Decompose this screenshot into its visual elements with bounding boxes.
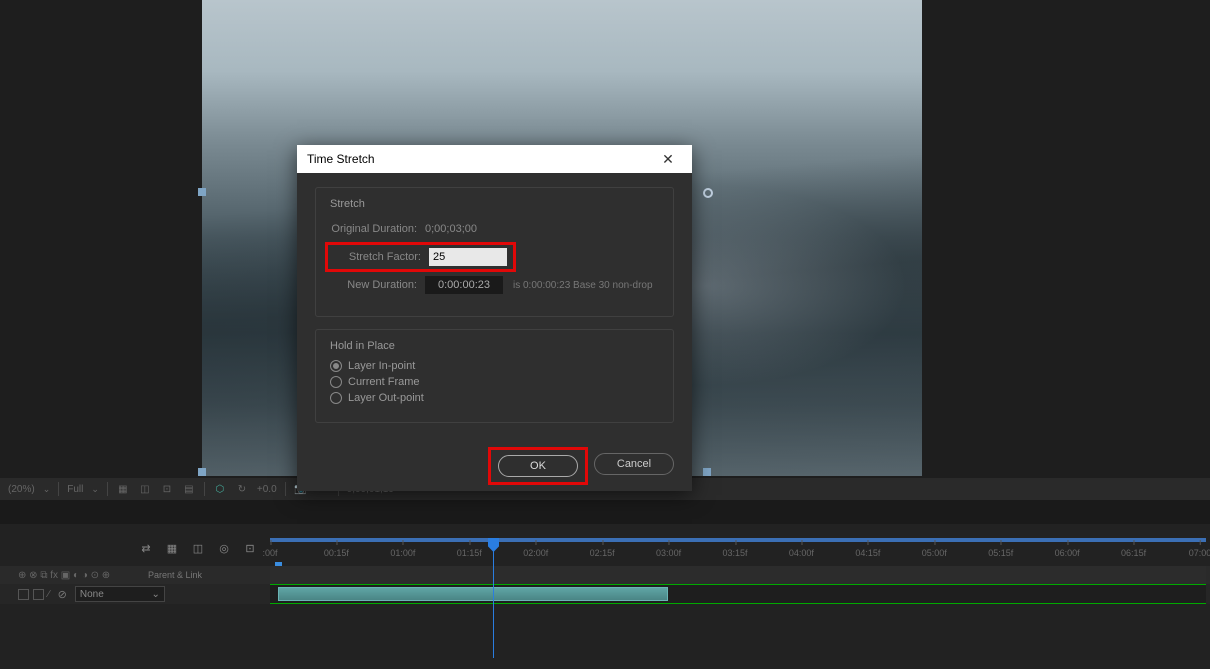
- new-duration-hint: is 0:00:00:23 Base 30 non-drop: [513, 280, 653, 291]
- shy-icon[interactable]: ⇄: [138, 540, 154, 556]
- dialog-title-text: Time Stretch: [307, 152, 375, 166]
- ruler-tick: 05:00f: [922, 548, 947, 558]
- selection-handle[interactable]: [198, 468, 206, 476]
- radio-icon: [330, 376, 342, 388]
- ruler-tick: 06:00f: [1055, 548, 1080, 558]
- stretch-group: Stretch Original Duration: 0;00;03;00 St…: [315, 187, 674, 317]
- dialog-titlebar[interactable]: Time Stretch ✕: [297, 145, 692, 173]
- parent-dropdown[interactable]: None: [75, 586, 165, 602]
- ruler-tick: 01:00f: [390, 548, 415, 558]
- work-area-bar[interactable]: [270, 538, 1206, 542]
- cancel-button[interactable]: Cancel: [594, 453, 674, 475]
- timeline-header-row: ⊕ ⊗ ⧉ fx ▣ ◐ ◑ ⊙ ⊕ Parent & Link: [0, 566, 1210, 584]
- ruler-tick: 04:00f: [789, 548, 814, 558]
- layer-switch[interactable]: [33, 589, 44, 600]
- original-duration-value: 0;00;03;00: [425, 223, 477, 235]
- layer-row[interactable]: ∕ ⊘ None: [0, 584, 1210, 604]
- selection-handle[interactable]: [703, 468, 711, 476]
- ruler-tick: 06:15f: [1121, 548, 1146, 558]
- close-icon[interactable]: ✕: [654, 145, 682, 173]
- ruler-tick: :00f: [262, 548, 277, 558]
- radio-layer-out[interactable]: Layer Out-point: [330, 392, 659, 404]
- frame-blend-icon[interactable]: ▦: [164, 540, 180, 556]
- layer-clip[interactable]: [278, 587, 668, 601]
- new-duration-input[interactable]: [425, 276, 503, 294]
- radio-current-frame[interactable]: Current Frame: [330, 376, 659, 388]
- original-duration-label: Original Duration:: [330, 223, 425, 235]
- ruler-tick: 02:15f: [590, 548, 615, 558]
- exposure-value[interactable]: +0.0: [257, 484, 277, 495]
- anchor-point-icon[interactable]: [703, 188, 713, 198]
- link-icon[interactable]: ⊘: [58, 588, 67, 601]
- channel-icon[interactable]: ▤: [182, 482, 196, 496]
- ruler-tick: 00:15f: [324, 548, 349, 558]
- stretch-factor-input[interactable]: [429, 248, 507, 266]
- ruler-tick: 02:00f: [523, 548, 548, 558]
- ok-button[interactable]: OK: [498, 455, 578, 477]
- resolution-dropdown[interactable]: Full: [67, 484, 83, 495]
- snap-icon[interactable]: ⊡: [242, 540, 258, 556]
- ruler-tick: 01:15f: [457, 548, 482, 558]
- toggle-icon[interactable]: ⊡: [160, 482, 174, 496]
- ruler-tick: 04:15f: [855, 548, 880, 558]
- stretch-group-label: Stretch: [330, 198, 659, 210]
- time-ruler[interactable]: :00f00:15f01:00f01:15f02:00f02:15f03:00f…: [270, 538, 1206, 566]
- ruler-tick: 03:00f: [656, 548, 681, 558]
- layer-fx-icon[interactable]: ∕: [48, 589, 50, 600]
- timeline-panel: ⇄ ▦ ◫ ◎ ⊡ :00f 00:15f 01:00f 01:15f 02:00f 02…: [0, 524, 1210, 669]
- motion-blur-icon[interactable]: ◫: [190, 540, 206, 556]
- grid-icon[interactable]: ▦: [116, 482, 130, 496]
- color-icon[interactable]: ⬡: [213, 482, 227, 496]
- new-duration-label: New Duration:: [330, 279, 425, 291]
- layer-track[interactable]: [270, 584, 1206, 604]
- reset-icon[interactable]: ↻: [235, 482, 249, 496]
- hold-in-place-group: Hold in Place Layer In-point Current Fra…: [315, 329, 674, 423]
- ruler-tick: 05:15f: [988, 548, 1013, 558]
- ruler-tick: 07:00: [1189, 548, 1210, 558]
- radio-icon: [330, 392, 342, 404]
- zoom-dropdown[interactable]: (20%): [8, 484, 35, 495]
- radio-layer-in[interactable]: Layer In-point: [330, 360, 659, 372]
- timeline-toolbar: ⇄ ▦ ◫ ◎ ⊡: [0, 534, 270, 562]
- column-switches[interactable]: ⊕ ⊗ ⧉ fx ▣ ◐ ◑ ⊙ ⊕: [0, 570, 140, 581]
- mask-icon[interactable]: ◫: [138, 482, 152, 496]
- playhead[interactable]: [493, 538, 494, 658]
- stretch-factor-label: Stretch Factor:: [334, 251, 429, 263]
- radio-icon: [330, 360, 342, 372]
- ruler-tick: 03:15f: [722, 548, 747, 558]
- layer-switch[interactable]: [18, 589, 29, 600]
- selection-handle[interactable]: [198, 188, 206, 196]
- time-stretch-dialog: Time Stretch ✕ Stretch Original Duration…: [297, 145, 692, 491]
- graph-icon[interactable]: ◎: [216, 540, 232, 556]
- parent-link-header: Parent & Link: [140, 570, 202, 580]
- hold-group-label: Hold in Place: [330, 340, 659, 352]
